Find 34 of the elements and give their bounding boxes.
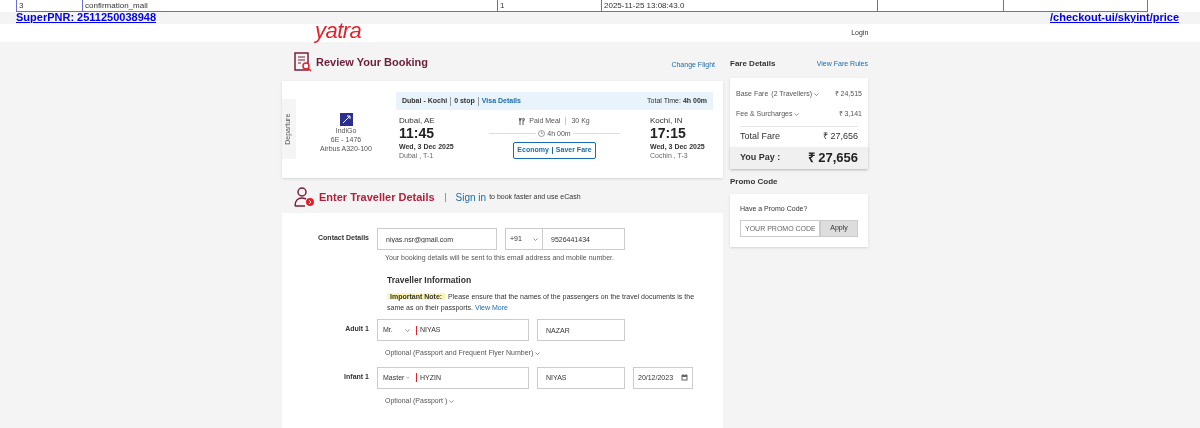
city-name: Kochi, IN [650,116,684,126]
user-icon [294,187,316,207]
section-title: Review Your Booking [316,54,429,70]
caret-icon [535,352,541,355]
caret-icon [449,399,455,403]
document-search-icon [294,52,312,72]
table-cell: confirmation_mail [83,0,498,11]
promo-code-title: Promo Code [730,176,779,188]
you-pay-label: You Pay : [740,151,781,165]
super-pnr-link[interactable]: SuperPNR: 2511250038948 [16,12,157,23]
sign-in-link[interactable]: Sign in [455,189,487,205]
table-cell: 2025-11-25 13:08:43.0 [602,0,878,11]
logo[interactable]: yatra [315,20,362,42]
departure-time: 11:45 [399,126,436,141]
caret-icon [794,112,800,116]
caret-icon [814,92,820,96]
traveller-info-title: Traveller Information [387,273,473,287]
table-cell: 3 [17,0,83,11]
calendar-icon[interactable] [681,374,688,382]
meal-icon [519,117,527,125]
total-fare-label: Total Fare [740,130,781,144]
caret-icon [406,376,410,380]
table-cell: 1 [498,0,602,11]
total-fare-amount: ₹ 27,656 [822,130,858,144]
caret-icon [405,328,410,332]
airline-logo [339,112,353,126]
clock-icon [538,130,546,138]
city-name: Dubai, AE [399,116,436,126]
section-title: Enter Traveller Details [319,189,435,205]
caret-icon [533,237,538,241]
fare-details-title: Fare Details [730,58,776,70]
arrival-time: 17:15 [650,126,687,141]
you-pay-amount: ₹ 27,656 [807,149,858,168]
checkout-path-link[interactable]: /checkout-ui/skyint/price [1050,12,1184,23]
